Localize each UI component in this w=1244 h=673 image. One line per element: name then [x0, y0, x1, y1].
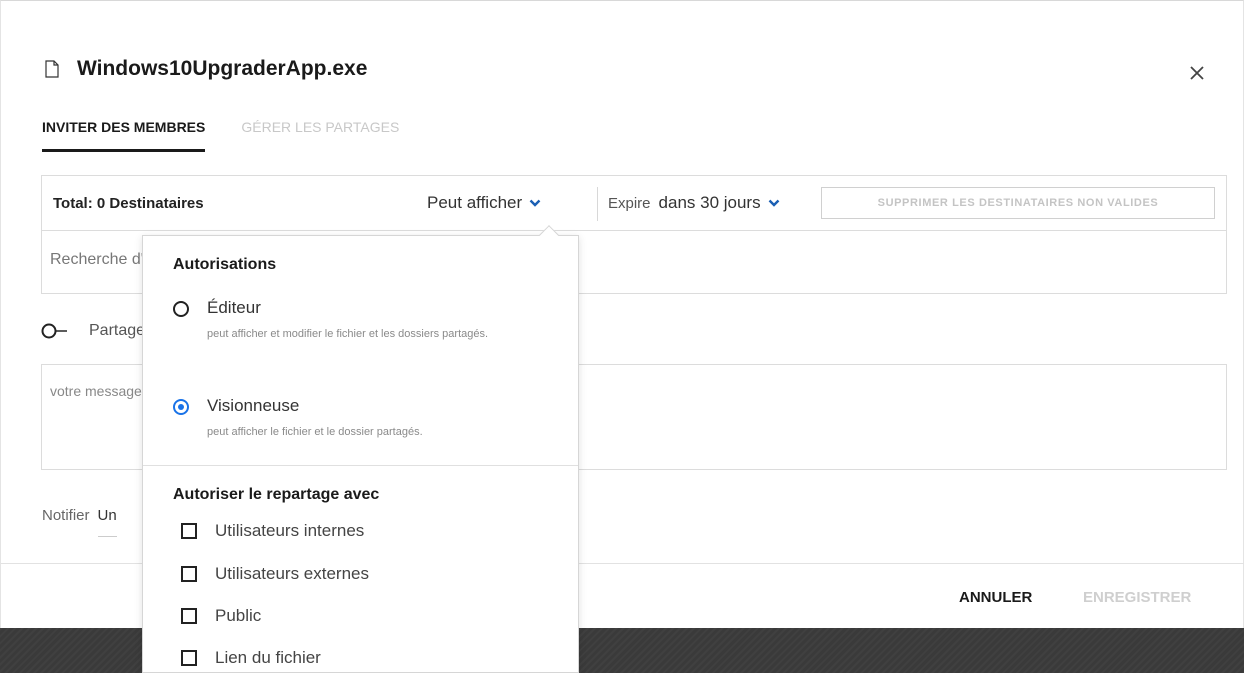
cancel-button[interactable]: ANNULER	[959, 589, 1032, 606]
expire-dropdown[interactable]: Expire dans 30 jours	[608, 193, 780, 213]
divider	[597, 187, 598, 221]
permissions-heading: Autorisations	[173, 256, 277, 273]
dialog-header: Windows10UpgraderApp.exe	[45, 57, 367, 81]
permission-option-editor[interactable]: Éditeur peut afficher et modifier le fic…	[173, 298, 547, 342]
permission-dropdown[interactable]: Peut afficher	[427, 193, 541, 213]
checkbox[interactable]	[181, 523, 197, 539]
radio-editor[interactable]	[173, 301, 189, 317]
file-icon	[45, 60, 59, 78]
tab-invite-members[interactable]: INVITER DES MEMBRES	[42, 119, 206, 152]
share-toggle[interactable]: Partager	[41, 320, 150, 342]
tab-bar: INVITER DES MEMBRES GÉRER LES PARTAGES	[42, 119, 435, 152]
checkbox[interactable]	[181, 650, 197, 666]
reshare-external-users[interactable]: Utilisateurs externes	[181, 564, 369, 584]
checkbox-label: Public	[215, 606, 262, 625]
expire-value: dans 30 jours	[658, 193, 761, 212]
save-button[interactable]: ENREGISTRER	[1083, 589, 1191, 606]
toggle-switch-icon	[41, 323, 67, 339]
checkbox-label: Utilisateurs externes	[215, 564, 370, 583]
option-description: peut afficher le fichier et le dossier p…	[207, 426, 423, 438]
reshare-file-link[interactable]: Lien du fichier	[181, 648, 321, 668]
reshare-internal-users[interactable]: Utilisateurs internes	[181, 521, 364, 541]
option-title: Éditeur	[207, 298, 261, 317]
notify-label: Notifier	[42, 507, 90, 524]
checkbox-label: Utilisateurs internes	[215, 521, 365, 540]
checkbox-label: Lien du fichier	[215, 648, 321, 667]
permission-option-viewer[interactable]: Visionneuse peut afficher le fichier et …	[173, 396, 547, 440]
permission-value: Peut afficher	[427, 193, 523, 212]
permissions-menu: Autorisations Éditeur peut afficher et m…	[142, 225, 579, 673]
notify-row: Notifier Un	[42, 507, 117, 537]
file-name-title: Windows10UpgraderApp.exe	[77, 57, 368, 80]
reshare-heading: Autoriser le repartage avec	[173, 486, 380, 503]
option-title: Visionneuse	[207, 396, 300, 415]
reshare-public[interactable]: Public	[181, 606, 261, 626]
chevron-down-icon	[529, 199, 541, 207]
expire-label: Expire	[608, 194, 651, 212]
notify-select[interactable]: Un	[97, 507, 117, 537]
menu-divider	[143, 465, 578, 466]
checkbox[interactable]	[181, 566, 197, 582]
chevron-down-icon	[768, 199, 779, 207]
recipients-total: Total: 0 Destinataires	[53, 195, 204, 212]
tab-manage-shares[interactable]: GÉRER LES PARTAGES	[241, 119, 399, 152]
radio-viewer[interactable]	[173, 399, 189, 415]
close-icon[interactable]	[1185, 61, 1209, 85]
recipients-bar: Total: 0 Destinataires Peut afficher Exp…	[41, 175, 1227, 231]
remove-invalid-recipients-button[interactable]: SUPPRIMER LES DESTINATAIRES NON VALIDES	[821, 187, 1215, 219]
option-description: peut afficher et modifier le fichier et …	[207, 328, 489, 340]
checkbox[interactable]	[181, 608, 197, 624]
